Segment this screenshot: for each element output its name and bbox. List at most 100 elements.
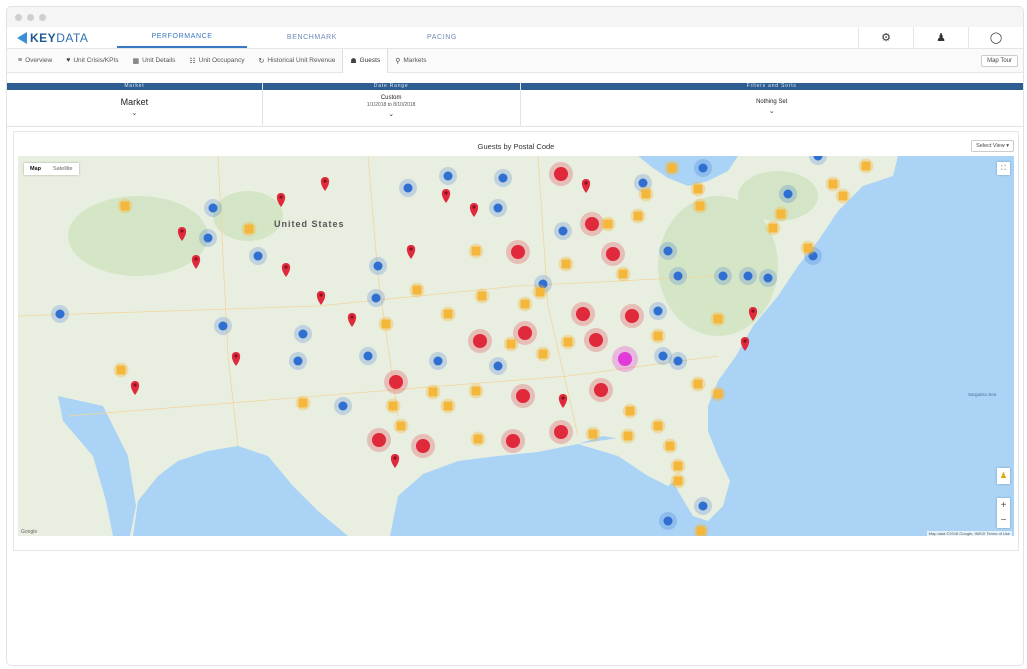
yellow-cluster-marker[interactable]	[693, 379, 703, 389]
yellow-cluster-marker[interactable]	[653, 421, 663, 431]
blue-location-marker[interactable]	[55, 309, 65, 319]
yellow-cluster-marker[interactable]	[665, 441, 675, 451]
blue-location-marker[interactable]	[373, 261, 383, 271]
yellow-cluster-marker[interactable]	[244, 224, 254, 234]
yellow-cluster-marker[interactable]	[768, 223, 778, 233]
blue-location-marker[interactable]	[558, 226, 568, 236]
red-cluster-marker[interactable]	[518, 326, 532, 340]
yellow-cluster-marker[interactable]	[396, 421, 406, 431]
blue-location-marker[interactable]	[663, 516, 673, 526]
market-filter[interactable]: Market Market ⌄	[7, 83, 263, 126]
yellow-cluster-marker[interactable]	[471, 246, 481, 256]
maximize-window-icon[interactable]	[39, 13, 46, 21]
red-cluster-marker[interactable]	[516, 389, 530, 403]
blue-location-marker[interactable]	[743, 271, 753, 281]
red-cluster-marker[interactable]	[473, 334, 487, 348]
close-window-icon[interactable]	[15, 13, 22, 21]
blue-location-marker[interactable]	[253, 251, 263, 261]
main-tab-performance[interactable]: PERFORMANCE	[117, 27, 247, 48]
map-view-button[interactable]: Map	[24, 163, 47, 175]
red-cluster-marker[interactable]	[585, 217, 599, 231]
yellow-cluster-marker[interactable]	[838, 191, 848, 201]
street-view-pegman-icon[interactable]: ♟	[997, 468, 1010, 484]
filters-sorts-filter[interactable]: Filters and Sorts Nothing Set ⌄	[520, 83, 1023, 126]
blue-location-marker[interactable]	[783, 189, 793, 199]
red-cluster-marker[interactable]	[554, 425, 568, 439]
yellow-cluster-marker[interactable]	[538, 349, 548, 359]
yellow-cluster-marker[interactable]	[625, 406, 635, 416]
red-cluster-marker[interactable]	[606, 247, 620, 261]
yellow-cluster-marker[interactable]	[695, 201, 705, 211]
yellow-cluster-marker[interactable]	[428, 387, 438, 397]
select-view-dropdown[interactable]: Select View ▾	[971, 140, 1014, 152]
yellow-cluster-marker[interactable]	[623, 431, 633, 441]
blue-location-marker[interactable]	[763, 273, 773, 283]
yellow-cluster-marker[interactable]	[618, 269, 628, 279]
yellow-cluster-marker[interactable]	[673, 476, 683, 486]
yellow-cluster-marker[interactable]	[506, 339, 516, 349]
blue-location-marker[interactable]	[208, 203, 218, 213]
subtab-unit-details[interactable]: ▦ Unit Details	[126, 49, 183, 72]
yellow-cluster-marker[interactable]	[298, 398, 308, 408]
subtab-historical-unit-revenue[interactable]: ↻ Historical Unit Revenue	[252, 49, 343, 72]
map-canvas[interactable]	[18, 156, 1014, 536]
yellow-cluster-marker[interactable]	[828, 179, 838, 189]
blue-location-marker[interactable]	[638, 178, 648, 188]
yellow-cluster-marker[interactable]	[388, 401, 398, 411]
account-icon[interactable]: ◯	[968, 27, 1023, 48]
yellow-cluster-marker[interactable]	[673, 461, 683, 471]
red-cluster-marker[interactable]	[576, 307, 590, 321]
red-cluster-marker[interactable]	[589, 333, 603, 347]
red-cluster-marker[interactable]	[389, 375, 403, 389]
blue-location-marker[interactable]	[363, 351, 373, 361]
notification-bell-icon[interactable]: ♟	[913, 27, 968, 48]
yellow-cluster-marker[interactable]	[588, 429, 598, 439]
yellow-cluster-marker[interactable]	[381, 319, 391, 329]
yellow-cluster-marker[interactable]	[713, 389, 723, 399]
red-cluster-marker[interactable]	[372, 433, 386, 447]
yellow-cluster-marker[interactable]	[563, 337, 573, 347]
blue-location-marker[interactable]	[433, 356, 443, 366]
zoom-out-button[interactable]: −	[997, 513, 1010, 528]
yellow-cluster-marker[interactable]	[696, 526, 706, 536]
blue-location-marker[interactable]	[663, 246, 673, 256]
yellow-cluster-marker[interactable]	[412, 285, 422, 295]
minimize-window-icon[interactable]	[27, 13, 34, 21]
subtab-unit-occupancy[interactable]: ☷ Unit Occupancy	[182, 49, 251, 72]
blue-location-marker[interactable]	[371, 293, 381, 303]
yellow-cluster-marker[interactable]	[120, 201, 130, 211]
blue-location-marker[interactable]	[338, 401, 348, 411]
magenta-cluster-marker[interactable]	[618, 352, 632, 366]
yellow-cluster-marker[interactable]	[471, 386, 481, 396]
map-attribution[interactable]: Map data ©2018 Google, INEGI Terms of Us…	[926, 531, 1012, 536]
blue-location-marker[interactable]	[718, 271, 728, 281]
yellow-cluster-marker[interactable]	[520, 299, 530, 309]
yellow-cluster-marker[interactable]	[473, 434, 483, 444]
satellite-view-button[interactable]: Satellite	[47, 163, 79, 175]
yellow-cluster-marker[interactable]	[861, 161, 871, 171]
blue-location-marker[interactable]	[218, 321, 228, 331]
red-cluster-marker[interactable]	[511, 245, 525, 259]
blue-location-marker[interactable]	[443, 171, 453, 181]
blue-location-marker[interactable]	[203, 233, 213, 243]
yellow-cluster-marker[interactable]	[693, 184, 703, 194]
fullscreen-icon[interactable]: ⛶	[997, 162, 1010, 175]
blue-location-marker[interactable]	[493, 203, 503, 213]
red-cluster-marker[interactable]	[594, 383, 608, 397]
keydata-logo[interactable]: KEY DATA	[7, 27, 117, 48]
yellow-cluster-marker[interactable]	[561, 259, 571, 269]
yellow-cluster-marker[interactable]	[776, 209, 786, 219]
guests-map[interactable]: United States Sargasso Sea Map Satellite…	[18, 156, 1014, 536]
yellow-cluster-marker[interactable]	[535, 287, 545, 297]
blue-location-marker[interactable]	[658, 351, 668, 361]
yellow-cluster-marker[interactable]	[653, 331, 663, 341]
blue-location-marker[interactable]	[653, 306, 663, 316]
blue-location-marker[interactable]	[403, 183, 413, 193]
blue-location-marker[interactable]	[493, 361, 503, 371]
red-cluster-marker[interactable]	[416, 439, 430, 453]
blue-location-marker[interactable]	[673, 356, 683, 366]
yellow-cluster-marker[interactable]	[477, 291, 487, 301]
subtab-overview[interactable]: ≡ Overview	[11, 49, 59, 72]
yellow-cluster-marker[interactable]	[641, 189, 651, 199]
map-tour-button[interactable]: Map Tour	[981, 54, 1018, 67]
